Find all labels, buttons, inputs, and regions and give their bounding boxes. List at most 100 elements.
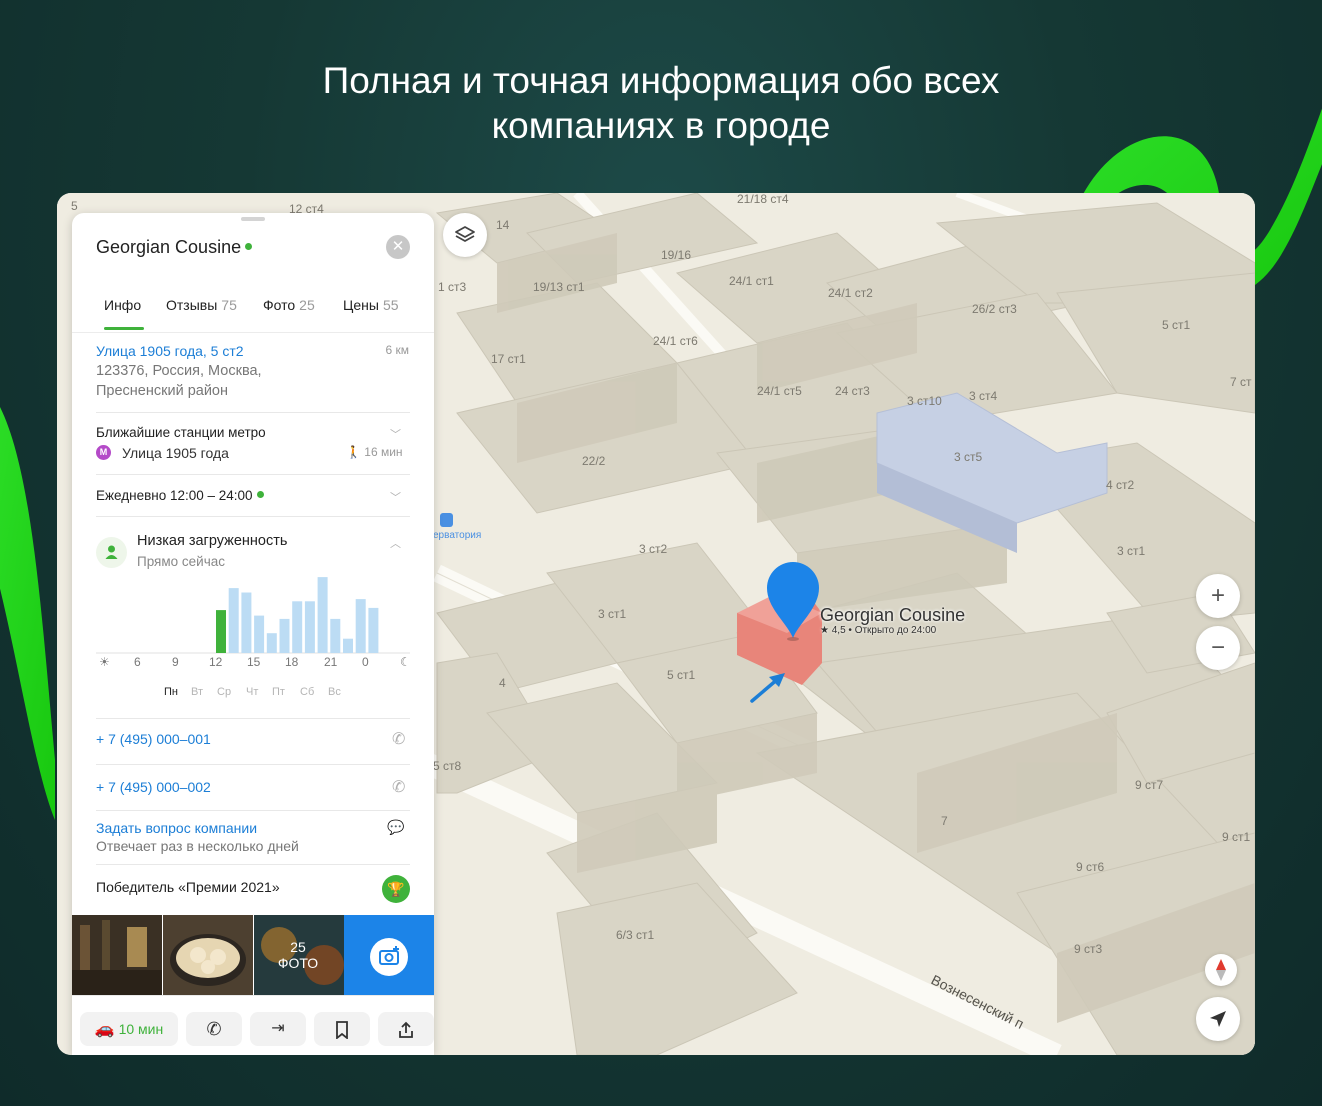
action-toolbar: 🚗 10 мин ✆ ⇥ bbox=[72, 995, 434, 1055]
drag-handle[interactable] bbox=[241, 217, 265, 221]
walk-time-text: 16 мин bbox=[364, 445, 403, 459]
enter-icon: ⇥ bbox=[271, 1020, 285, 1037]
day-tab-wed[interactable]: Ср bbox=[217, 686, 231, 698]
busyness-bar bbox=[292, 601, 303, 653]
compass-button[interactable] bbox=[1205, 954, 1237, 986]
tab-count: 75 bbox=[221, 297, 237, 313]
busyness-bar bbox=[330, 618, 341, 653]
add-photo-button[interactable] bbox=[370, 938, 408, 976]
tab-label: Отзывы bbox=[166, 297, 218, 313]
phone-icon[interactable]: ✆ bbox=[392, 729, 405, 749]
map-label: 3 ст5 bbox=[954, 450, 983, 464]
moon-icon: ☾ bbox=[400, 655, 411, 669]
close-icon: ✕ bbox=[391, 238, 405, 255]
call-button[interactable]: ✆ bbox=[186, 1012, 242, 1046]
hour-tick: 12 bbox=[209, 655, 223, 669]
bus-stop-icon[interactable] bbox=[440, 513, 453, 527]
metro-section-title[interactable]: Ближайшие станции метро bbox=[96, 425, 266, 440]
chevron-down-icon[interactable]: ﹀ bbox=[390, 426, 401, 442]
ask-question-subtitle: Отвечает раз в несколько дней bbox=[96, 838, 299, 854]
map-label: 14 bbox=[496, 218, 510, 232]
opening-hours[interactable]: Ежедневно 12:00 – 24:00 bbox=[96, 488, 264, 503]
place-card-panel: Georgian Cousine ✕ Инфо Отзывы 75 Фото 25 … bbox=[72, 213, 434, 1055]
hour-tick: 0 bbox=[362, 655, 369, 669]
entrance-button[interactable]: ⇥ bbox=[250, 1012, 306, 1046]
tab-prices[interactable]: Цены 55 bbox=[343, 297, 399, 313]
map-label: 3 ст1 bbox=[598, 607, 627, 621]
tab-label: Цены bbox=[343, 297, 379, 313]
day-tab-thu[interactable]: Чт bbox=[246, 686, 258, 698]
headline-line-2: компаниях в городе bbox=[491, 105, 831, 146]
divider bbox=[96, 718, 410, 719]
share-button[interactable] bbox=[378, 1012, 434, 1046]
hour-tick: 6 bbox=[134, 655, 141, 669]
bookmark-icon bbox=[336, 1021, 348, 1041]
tab-count: 25 bbox=[299, 297, 315, 313]
place-title-text: Georgian Cousine bbox=[96, 237, 242, 257]
sun-icon: ☀ bbox=[99, 655, 110, 669]
photo-count-number: 25 bbox=[290, 939, 306, 955]
day-tab-sat[interactable]: Сб bbox=[300, 686, 314, 698]
poi-label: ерватория bbox=[433, 530, 481, 541]
divider bbox=[96, 810, 410, 811]
day-tab-fri[interactable]: Пт bbox=[272, 686, 285, 698]
busyness-chart bbox=[96, 577, 410, 654]
map-label: 4 bbox=[499, 676, 506, 690]
phone-icon[interactable]: ✆ bbox=[392, 777, 405, 797]
tab-bar: Инфо Отзывы 75 Фото 25 Цены 55 bbox=[72, 297, 434, 333]
photo-count-label: ФОТО bbox=[277, 955, 319, 971]
busyness-bar bbox=[266, 633, 277, 653]
tab-reviews[interactable]: Отзывы 75 bbox=[166, 297, 237, 313]
ask-question-link[interactable]: Задать вопрос компании bbox=[96, 820, 257, 836]
tab-info[interactable]: Инфо bbox=[104, 297, 141, 313]
trophy-icon[interactable]: 🏆 bbox=[382, 875, 410, 903]
metro-icon: M bbox=[96, 445, 111, 460]
map-label: 24/1 ст1 bbox=[729, 274, 774, 288]
hour-tick: 9 bbox=[172, 655, 179, 669]
pin-label-name[interactable]: Georgian Cousine bbox=[820, 605, 965, 626]
map-label: 21/18 ст4 bbox=[737, 193, 789, 206]
hour-tick: 15 bbox=[247, 655, 261, 669]
map-label: 9 ст1 bbox=[1222, 830, 1251, 844]
tab-photos[interactable]: Фото 25 bbox=[263, 297, 315, 313]
day-tab-mon[interactable]: Пн bbox=[164, 686, 178, 698]
chevron-up-icon[interactable]: ︿ bbox=[390, 535, 401, 551]
zoom-out-button[interactable]: − bbox=[1196, 626, 1240, 670]
divider bbox=[96, 864, 410, 865]
map-label: 3 ст10 bbox=[907, 394, 942, 408]
bookmark-button[interactable] bbox=[314, 1012, 370, 1046]
close-button[interactable]: ✕ bbox=[386, 235, 410, 259]
chevron-down-icon[interactable]: ﹀ bbox=[390, 489, 401, 505]
layers-button[interactable] bbox=[443, 213, 487, 257]
busyness-bar bbox=[355, 599, 366, 653]
day-tab-tue[interactable]: Вт bbox=[191, 686, 203, 698]
busyness-bar bbox=[254, 615, 265, 653]
map-label: 17 ст1 bbox=[491, 352, 526, 366]
busyness-title: Низкая загруженность bbox=[137, 533, 288, 549]
address-link[interactable]: Улица 1905 года, 5 ст2 bbox=[96, 343, 244, 359]
phone-link-2[interactable]: + 7 (495) 000–002 bbox=[96, 779, 211, 795]
photo-count[interactable]: 25 ФОТО bbox=[255, 939, 341, 971]
map-label: 26/2 ст3 bbox=[972, 302, 1017, 316]
photo-thumbnail-interior[interactable] bbox=[72, 915, 162, 995]
my-location-button[interactable] bbox=[1196, 997, 1240, 1041]
photo-thumbnail-dumplings[interactable] bbox=[163, 915, 253, 995]
divider bbox=[96, 764, 410, 765]
route-by-car-button[interactable]: 🚗 10 мин bbox=[80, 1012, 178, 1046]
phone-link-1[interactable]: + 7 (495) 000–001 bbox=[96, 731, 211, 747]
tab-count: 55 bbox=[382, 297, 399, 313]
metro-station[interactable]: Улица 1905 года bbox=[122, 445, 229, 461]
busyness-bar bbox=[241, 592, 252, 653]
car-icon: 🚗 bbox=[94, 1021, 115, 1038]
map-label: 22/2 bbox=[582, 454, 606, 468]
map-label: 1 ст3 bbox=[438, 280, 467, 294]
chat-bubbles-icon[interactable]: 💬 bbox=[387, 819, 404, 836]
busyness-bar bbox=[279, 618, 290, 653]
address-distance: 6 км bbox=[385, 343, 409, 357]
divider bbox=[96, 412, 410, 413]
person-icon bbox=[96, 537, 127, 568]
map-label: 5 bbox=[71, 199, 78, 213]
day-tab-sun[interactable]: Вс bbox=[328, 686, 341, 698]
zoom-in-button[interactable]: + bbox=[1196, 574, 1240, 618]
map-label: 5 ст8 bbox=[433, 759, 462, 773]
